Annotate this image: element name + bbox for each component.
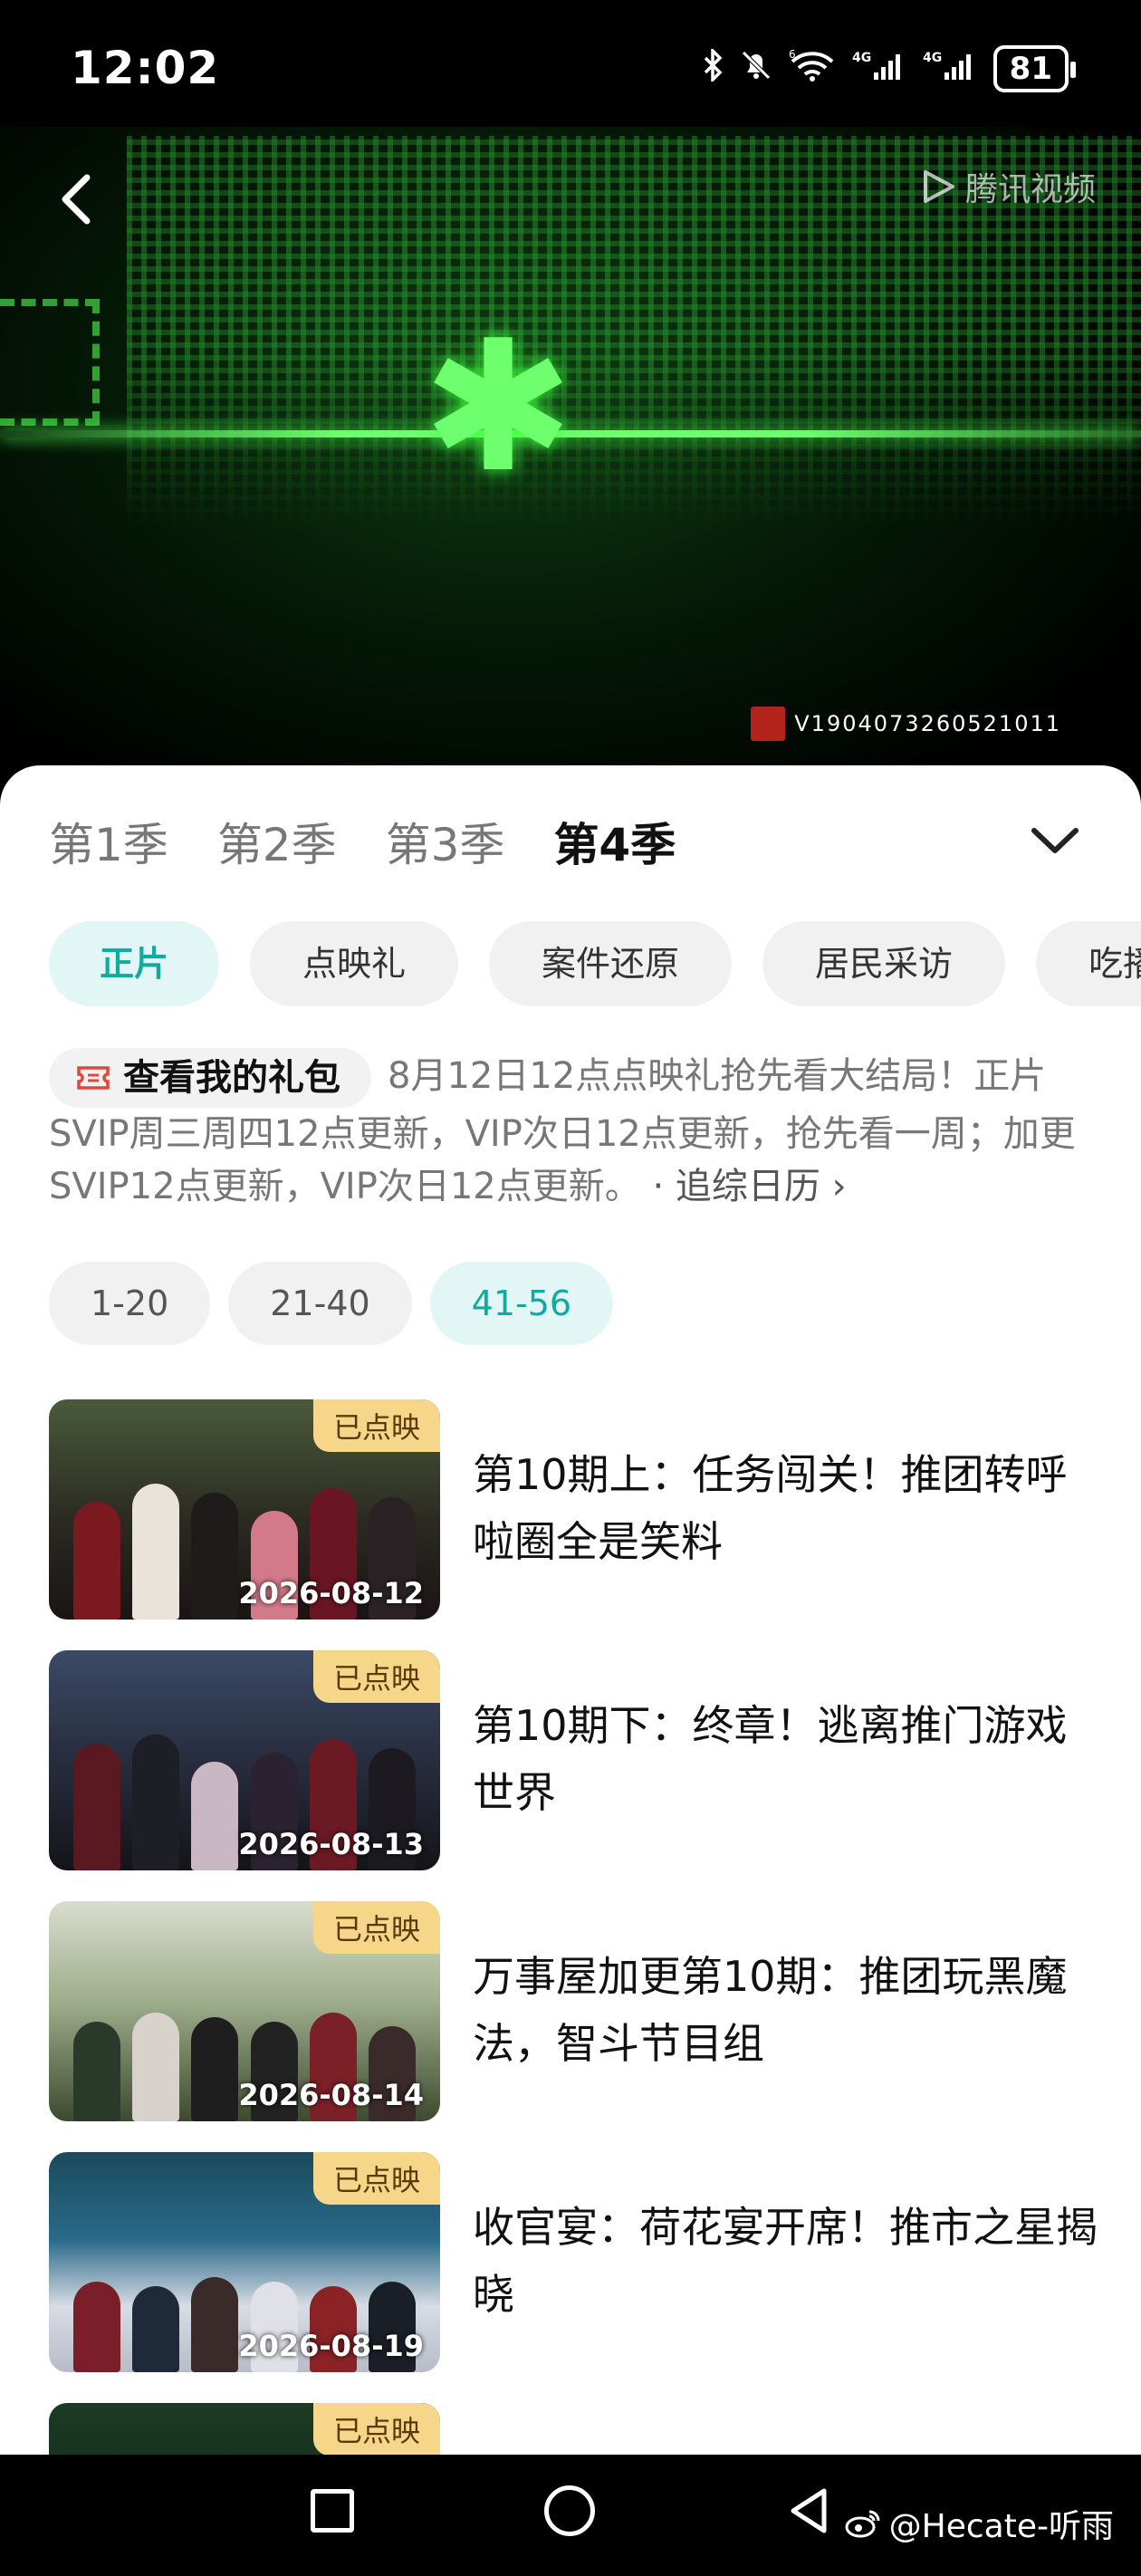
- premiered-badge: 已点映: [312, 1901, 440, 1954]
- season-tabs: 第1季 第2季 第3季 第4季: [49, 809, 676, 874]
- chip-resident-interview[interactable]: 居民采访: [762, 921, 1006, 1006]
- signal-4g-icon-2: 4G: [923, 49, 977, 90]
- recent-apps-button[interactable]: [311, 2489, 354, 2533]
- chevron-down-icon: [1031, 828, 1079, 853]
- svg-text:4G: 4G: [923, 51, 942, 65]
- episode-thumbnail: 已点映 2026-08-13: [49, 1650, 440, 1870]
- range-41-56[interactable]: 41-56: [429, 1262, 614, 1345]
- seal-icon: [751, 706, 786, 741]
- weibo-icon: [845, 2510, 880, 2538]
- gift-button-label: 查看我的礼包: [123, 1057, 340, 1099]
- weibo-watermark: @Hecate-听雨: [844, 2500, 1114, 2547]
- episode-date: 2026-08-13: [238, 1827, 424, 1861]
- tencent-video-logo-text: 腾讯视频: [964, 171, 1096, 208]
- follow-calendar-link[interactable]: · 追综日历 ›: [652, 1166, 846, 1207]
- tab-season-2[interactable]: 第2季: [217, 809, 337, 874]
- chip-case-replay[interactable]: 案件还原: [489, 921, 733, 1006]
- episode-item[interactable]: 已点映 2026-08-13 第10期下：终章！逃离推门游戏世界: [49, 1650, 1108, 1901]
- episode-item[interactable]: 已点映 2026-08-14 万事屋加更第10期：推团玩黑魔法，智斗节目组: [49, 1901, 1108, 2152]
- season-expand-button[interactable]: [1029, 822, 1081, 858]
- range-21-40[interactable]: 21-40: [228, 1262, 412, 1345]
- system-nav-bar: @Hecate-听雨: [0, 2455, 1141, 2576]
- video-watermark: V1904073260521011: [751, 706, 1061, 741]
- premiered-badge: 已点映: [312, 1399, 440, 1452]
- home-button[interactable]: [544, 2485, 595, 2536]
- episode-thumbnail: 已点映 2026-08-14: [49, 1901, 440, 2121]
- range-1-20[interactable]: 1-20: [49, 1262, 211, 1345]
- episode-date: 2026-08-12: [238, 1576, 424, 1610]
- status-bar: 12:02 6 4G 4G 81: [0, 0, 1141, 136]
- svg-text:6: 6: [789, 49, 796, 61]
- episode-date: 2026-08-19: [238, 2329, 424, 2363]
- chip-main[interactable]: 正片: [49, 921, 220, 1006]
- weibo-handle: @Hecate-听雨: [888, 2508, 1114, 2545]
- back-button[interactable]: [53, 163, 98, 235]
- triangle-back-icon: [791, 2488, 827, 2533]
- play-logo-icon: [923, 170, 954, 203]
- episode-item[interactable]: 已点映: [49, 2403, 1108, 2455]
- battery-indicator: 81: [992, 45, 1077, 92]
- premiered-badge: 已点映: [312, 2152, 440, 2205]
- premiered-badge: 已点映: [312, 2403, 440, 2455]
- bluetooth-icon: [704, 46, 724, 90]
- episode-range-tabs: 1-20 21-40 41-56: [49, 1262, 614, 1345]
- episode-title: 第10期上：任务闯关！推团转呼啦圈全是笑料: [473, 1450, 1068, 1566]
- tencent-video-logo: 腾讯视频: [918, 163, 1096, 210]
- episode-item[interactable]: 已点映 2026-08-19 收官宴：荷花宴开席！推市之星揭晓: [49, 2152, 1108, 2403]
- update-notice: 查看我的礼包 8月12日12点点映礼抢先看大结局！正片SVIP周三周四12点更新…: [49, 1048, 1108, 1213]
- episode-item[interactable]: 已点映 2026-08-12 第10期上：任务闯关！推团转呼啦圈全是笑料: [49, 1399, 1108, 1650]
- episode-title: 收官宴：荷花宴开席！推市之星揭晓: [473, 2203, 1098, 2319]
- episode-title: 万事屋加更第10期：推团玩黑魔法，智斗节目组: [473, 1952, 1068, 2068]
- premiered-badge: 已点映: [312, 1650, 440, 1703]
- episode-thumbnail: 已点映 2026-08-12: [49, 1399, 440, 1620]
- gift-button[interactable]: 查看我的礼包: [49, 1048, 371, 1108]
- status-icons: 6 4G 4G 81: [704, 45, 1077, 92]
- episode-list: 已点映 2026-08-12 第10期上：任务闯关！推团转呼啦圈全是笑料 已点映…: [49, 1399, 1108, 2455]
- category-chips: 正片 点映礼 案件还原 居民采访 吃播: [49, 921, 1141, 1006]
- episode-sheet: 第1季 第2季 第3季 第4季 正片 点映礼 案件还原 居民采访 吃播 查看我的…: [0, 765, 1141, 2455]
- wifi-icon: 6: [789, 48, 836, 90]
- tab-season-3[interactable]: 第3季: [386, 809, 505, 874]
- system-back-button[interactable]: [781, 2484, 835, 2538]
- mute-bell-icon: [740, 49, 772, 90]
- episode-title: 第10期下：终章！逃离推门游戏世界: [473, 1701, 1068, 1817]
- ticket-icon: [77, 1066, 110, 1090]
- episode-thumbnail: 已点映: [49, 2403, 440, 2455]
- video-frame-asterisk: ✱: [422, 302, 574, 513]
- status-time: 12:02: [71, 42, 220, 94]
- svg-text:4G: 4G: [852, 51, 871, 65]
- back-arrow-icon: [62, 174, 91, 225]
- video-player[interactable]: ✱ 腾讯视频 V1904073260521011: [0, 127, 1141, 779]
- episode-date: 2026-08-14: [238, 2078, 424, 2112]
- episode-thumbnail: 已点映 2026-08-19: [49, 2152, 440, 2372]
- signal-4g-icon-1: 4G: [852, 49, 906, 90]
- chip-premiere[interactable]: 点映礼: [250, 921, 459, 1006]
- tab-season-4[interactable]: 第4季: [553, 809, 676, 874]
- video-frame-glyph: [0, 299, 100, 426]
- watermark-code: V1904073260521011: [794, 711, 1061, 736]
- tab-season-1[interactable]: 第1季: [49, 809, 168, 874]
- chip-mukbang[interactable]: 吃播: [1036, 921, 1141, 1006]
